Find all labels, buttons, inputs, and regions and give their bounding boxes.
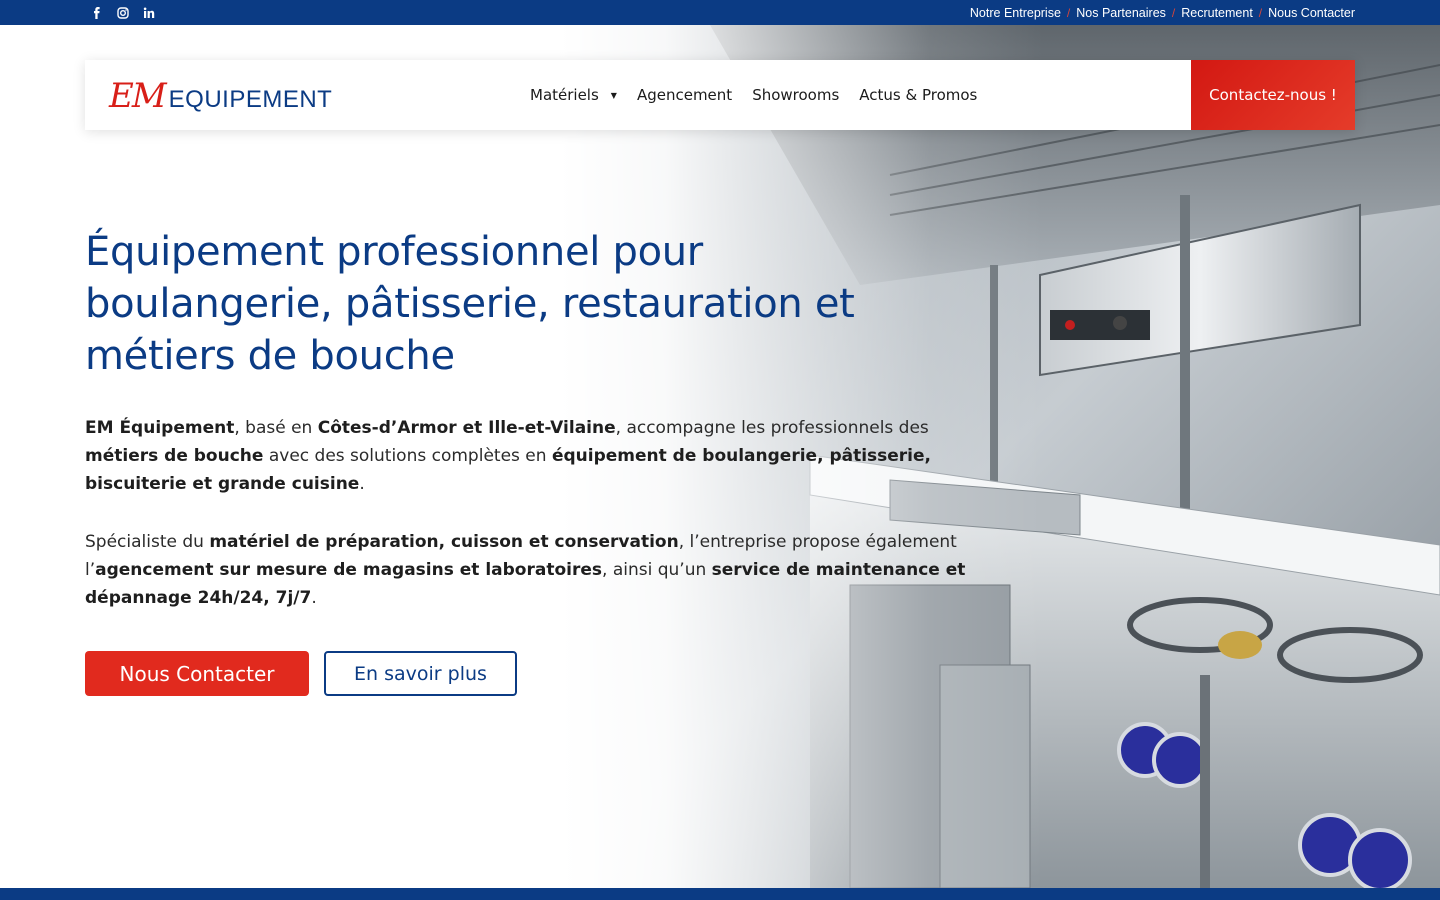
hero-paragraph-2: Spécialiste du matériel de préparation, … xyxy=(85,528,975,612)
logo-text: EQUIPEMENT xyxy=(168,86,333,113)
text-segment: , basé en xyxy=(234,418,318,438)
top-link-recrutement[interactable]: Recrutement xyxy=(1181,6,1253,20)
bold-text: matériel de préparation, cuisson et cons… xyxy=(209,532,679,552)
nous-contacter-button[interactable]: Nous Contacter xyxy=(85,651,309,696)
en-savoir-plus-button[interactable]: En savoir plus xyxy=(324,651,517,696)
bold-text: EM Équipement xyxy=(85,418,235,438)
nav-item-label: Matériels xyxy=(530,86,599,104)
logo-em: EM xyxy=(109,76,167,116)
social-links xyxy=(90,0,156,25)
nav-item-label: Showrooms xyxy=(752,86,840,104)
top-link-notre-entreprise[interactable]: Notre Entreprise xyxy=(970,6,1061,20)
text-segment: , ainsi qu’un xyxy=(602,560,712,580)
top-links: Notre Entreprise / Nos Partenaires / Rec… xyxy=(969,5,1355,20)
text-segment: . xyxy=(359,474,365,494)
top-link-nous-contacter[interactable]: Nous Contacter xyxy=(1268,6,1355,20)
text-segment: , accompagne les professionnels des xyxy=(615,418,929,438)
instagram-icon[interactable] xyxy=(116,6,130,20)
hero-title: Équipement professionnel pour boulangeri… xyxy=(85,229,855,379)
caret-down-icon: ▼ xyxy=(610,90,617,100)
logo[interactable]: EM EQUIPEMENT xyxy=(109,78,349,114)
bold-text: Côtes-d’Armor et Ille-et-Vilaine xyxy=(317,418,616,438)
contact-cta-button[interactable]: Contactez-nous ! xyxy=(1191,60,1355,130)
main-nav: Matériels ▼ Agencement Showrooms Actus &… xyxy=(530,60,977,130)
main-header: EM EQUIPEMENT Matériels ▼ Agencement Sho… xyxy=(85,60,1355,130)
top-link-nos-partenaires[interactable]: Nos Partenaires xyxy=(1076,6,1166,20)
text-segment: Spécialiste du xyxy=(85,532,210,552)
bottom-bar xyxy=(0,888,1440,900)
nav-item-label: Actus & Promos xyxy=(859,86,978,104)
bold-text: agencement sur mesure de magasins et lab… xyxy=(95,560,603,580)
facebook-icon[interactable] xyxy=(90,6,104,20)
nav-item-label: Agencement xyxy=(636,86,733,104)
bold-text: métiers de bouche xyxy=(85,446,264,466)
text-segment: avec des solutions complètes en xyxy=(263,446,552,466)
nav-item-actus-promos[interactable]: Actus & Promos xyxy=(859,86,977,104)
hero-buttons: Nous Contacter En savoir plus xyxy=(85,651,517,696)
hero-content: Équipement professionnel pour boulangeri… xyxy=(85,226,985,612)
nav-item-materiels[interactable]: Matériels ▼ xyxy=(530,86,617,104)
top-bar: Notre Entreprise / Nos Partenaires / Rec… xyxy=(0,0,1440,25)
text-segment: . xyxy=(311,588,317,608)
nav-item-agencement[interactable]: Agencement xyxy=(637,86,732,104)
nav-item-showrooms[interactable]: Showrooms xyxy=(752,86,839,104)
hero-paragraph-1: EM Équipement, basé en Côtes-d’Armor et … xyxy=(85,414,975,498)
linkedin-icon[interactable] xyxy=(142,6,156,20)
